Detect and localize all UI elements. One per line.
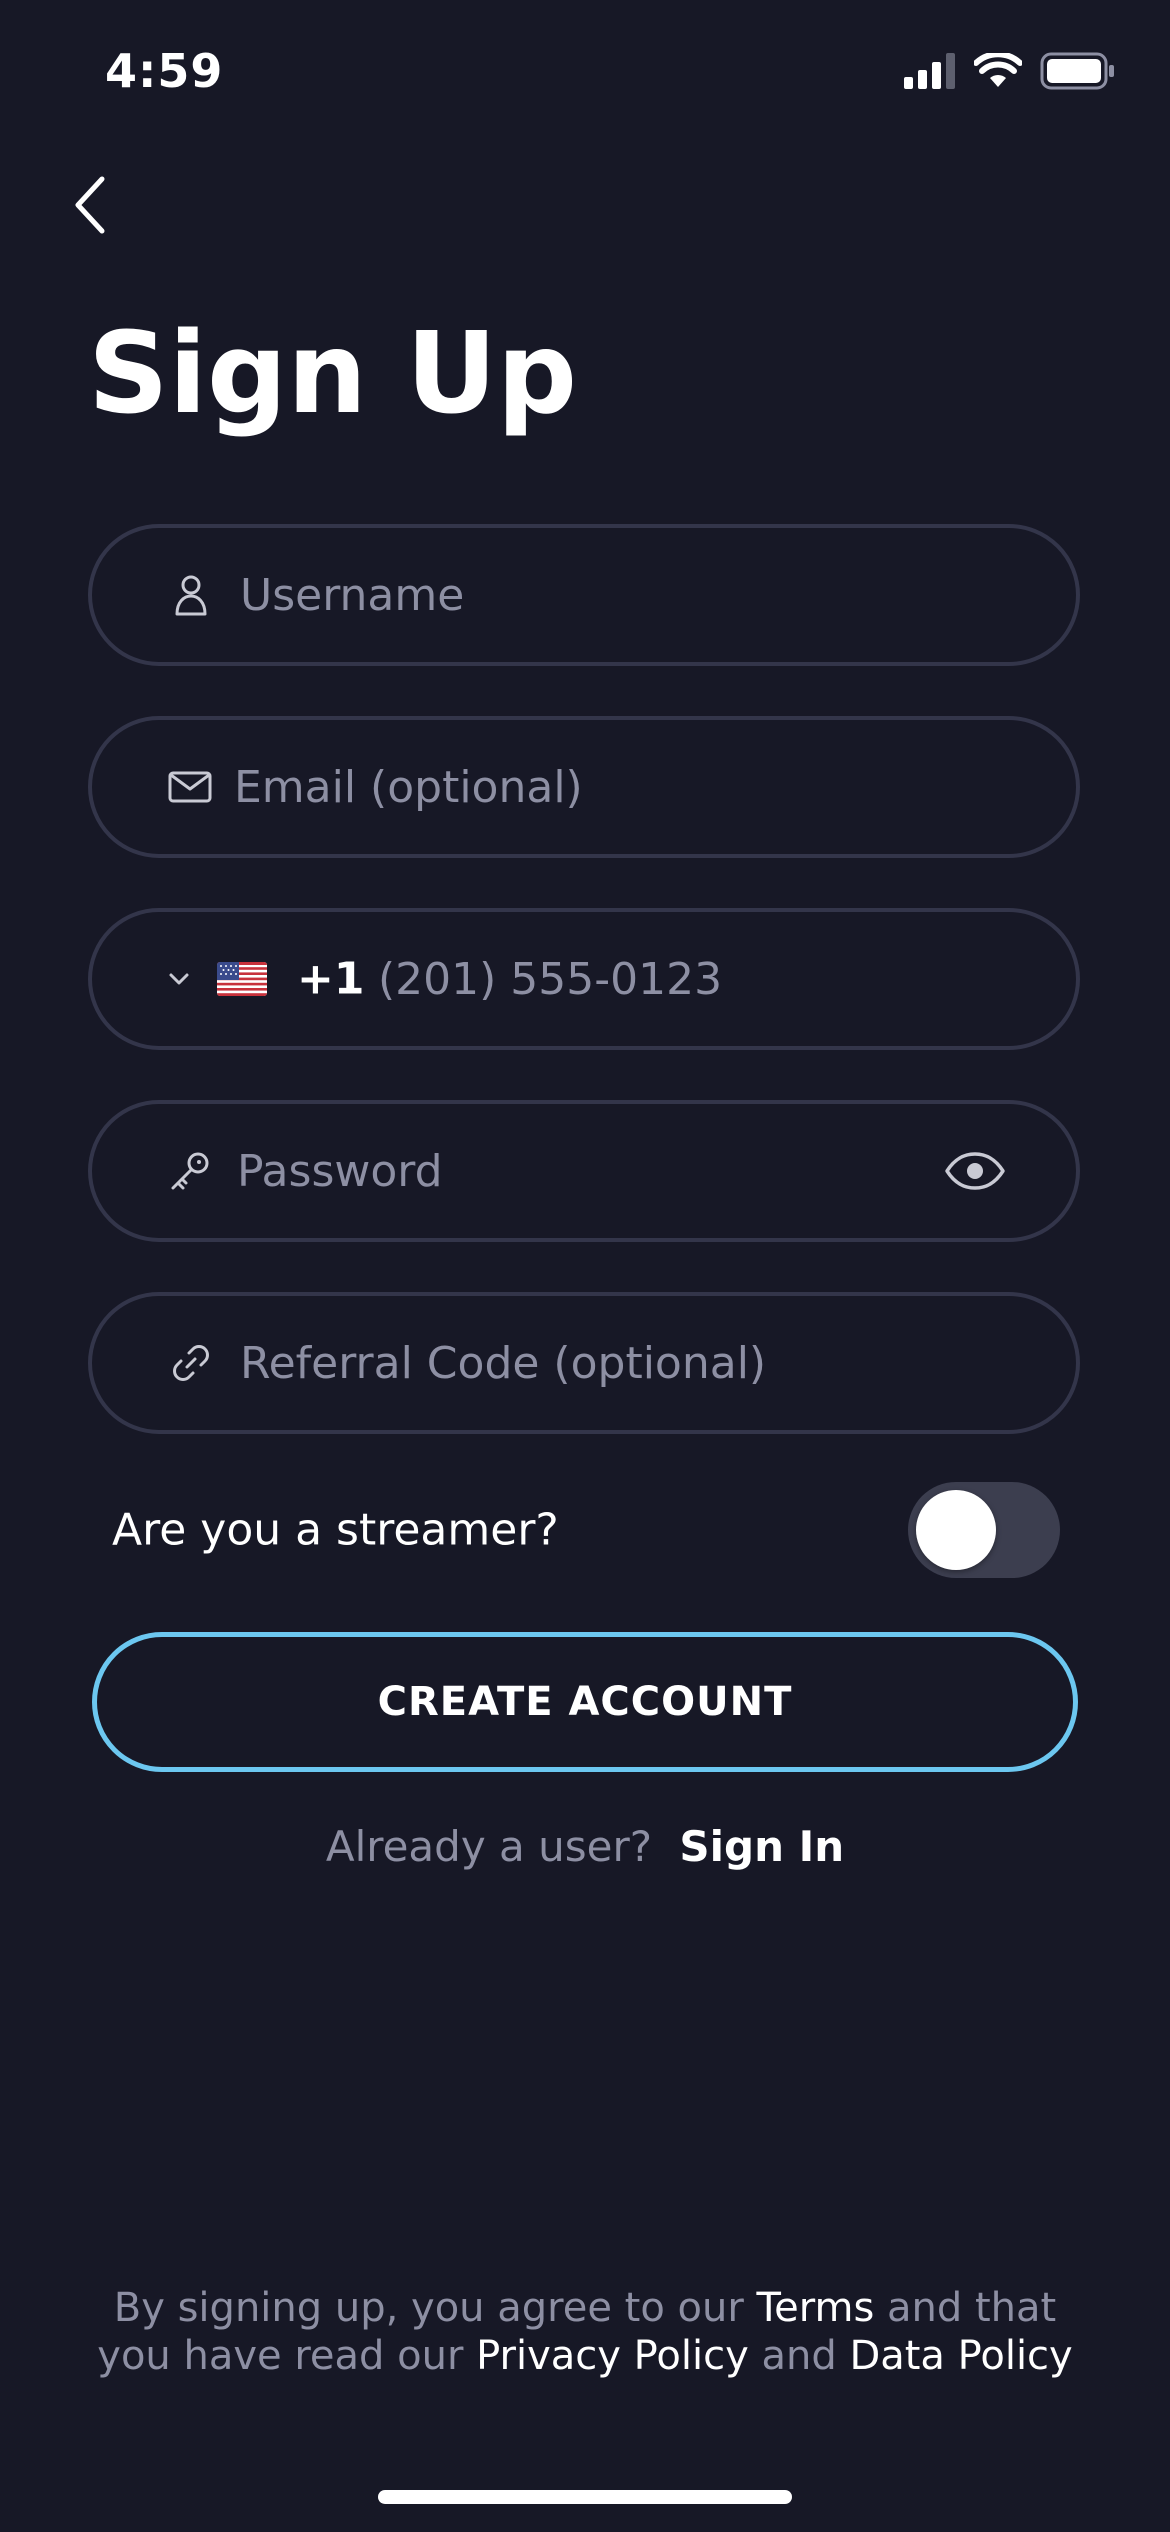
toggle-knob [916, 1490, 996, 1570]
streamer-label: Are you a streamer? [112, 1504, 559, 1556]
phone-field[interactable]: +1 [88, 908, 1080, 1050]
eye-icon[interactable] [944, 1151, 1006, 1191]
phone-input[interactable] [378, 912, 1018, 1046]
legal-text-4: and [748, 2333, 850, 2379]
us-flag-icon[interactable] [217, 962, 267, 996]
wifi-icon [973, 51, 1023, 93]
key-icon [168, 1149, 212, 1193]
back-button[interactable] [60, 175, 120, 239]
legal-text-1: By signing up, you agree to our [113, 2285, 757, 2331]
streamer-toggle[interactable] [908, 1482, 1060, 1578]
legal-text-2: and that [874, 2285, 1057, 2331]
referral-input[interactable] [240, 1296, 1020, 1430]
battery-icon [1040, 52, 1116, 94]
legal-notice: By signing up, you agree to our Terms an… [0, 2284, 1170, 2380]
email-field[interactable] [88, 716, 1080, 858]
terms-link[interactable]: Terms [757, 2285, 875, 2331]
envelope-icon [168, 771, 212, 803]
password-input[interactable] [237, 1104, 897, 1238]
streamer-row: Are you a streamer? [112, 1482, 1060, 1578]
email-input[interactable] [234, 720, 1014, 854]
cellular-signal-icon [904, 53, 956, 93]
username-field[interactable] [88, 524, 1080, 666]
legal-text-3: you have read our [97, 2333, 477, 2379]
home-indicator[interactable] [378, 2490, 792, 2504]
phone-country-code: +1 [297, 953, 365, 1005]
person-icon [174, 574, 208, 616]
status-bar: 4:59 [0, 0, 1170, 140]
username-input[interactable] [240, 528, 1020, 662]
signin-row: Already a user? Sign In [0, 1822, 1170, 1871]
password-field[interactable] [88, 1100, 1080, 1242]
signin-prompt: Already a user? [325, 1822, 653, 1871]
page-title: Sign Up [88, 309, 578, 439]
create-account-button[interactable]: CREATE ACCOUNT [92, 1632, 1078, 1772]
sign-in-link[interactable]: Sign In [679, 1822, 844, 1871]
status-time: 4:59 [105, 44, 224, 98]
status-icons [904, 51, 1116, 94]
privacy-policy-link[interactable]: Privacy Policy [476, 2333, 749, 2379]
chevron-left-icon [72, 175, 108, 239]
chevron-down-icon[interactable] [168, 972, 190, 986]
link-icon [170, 1342, 212, 1384]
referral-field[interactable] [88, 1292, 1080, 1434]
data-policy-link[interactable]: Data Policy [849, 2333, 1072, 2379]
